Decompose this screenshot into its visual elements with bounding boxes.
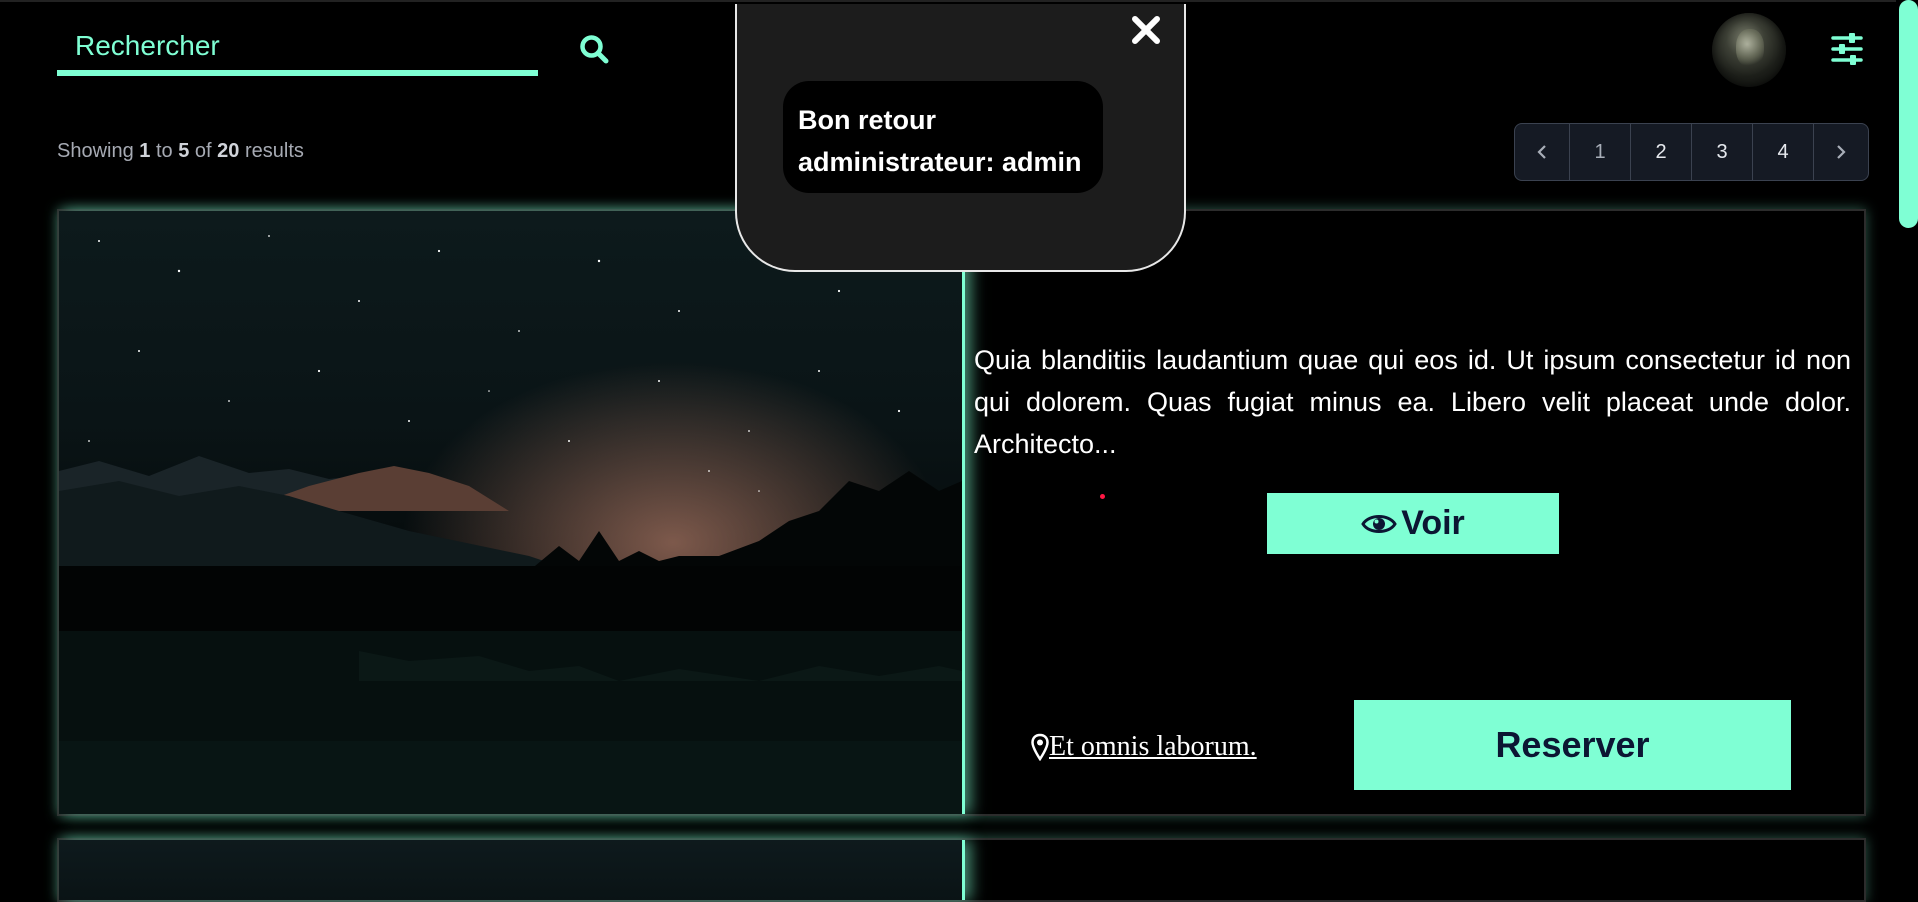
search-input[interactable] xyxy=(57,22,538,76)
pagination-page-3[interactable]: 3 xyxy=(1692,124,1753,180)
results-prefix: Showing xyxy=(57,140,134,162)
pagination-page-1[interactable]: 1 xyxy=(1570,124,1631,180)
location-label: Et omnis laborum. xyxy=(1049,731,1257,762)
avatar[interactable] xyxy=(1712,13,1786,87)
pagination-prev[interactable] xyxy=(1515,124,1570,180)
pagination-next[interactable] xyxy=(1814,124,1868,180)
search-bar xyxy=(57,22,538,78)
map-marker-icon xyxy=(1031,733,1049,761)
sliders-icon xyxy=(1831,33,1863,65)
listing-image-next xyxy=(59,840,965,900)
results-total: 20 xyxy=(217,140,240,162)
red-dot xyxy=(1100,494,1105,499)
eye-icon xyxy=(1361,514,1397,533)
voir-button[interactable]: Voir xyxy=(1267,493,1559,554)
welcome-toast: Bon retour administrateur: admin xyxy=(735,4,1186,272)
search-icon xyxy=(580,35,609,64)
results-of-word: of xyxy=(194,140,212,162)
filter-button[interactable] xyxy=(1830,32,1864,66)
toast-message: Bon retour administrateur: admin xyxy=(783,81,1103,193)
listing-card: Quia blanditiis laudantium quae qui eos … xyxy=(57,209,1866,816)
results-suffix: results xyxy=(244,140,304,162)
results-to: 5 xyxy=(178,140,190,162)
listing-description: Quia blanditiis laudantium quae qui eos … xyxy=(974,345,1851,459)
pagination-page-2[interactable]: 2 xyxy=(1631,124,1692,180)
toast-message-line2: administrateur: admin xyxy=(798,147,1082,177)
reserver-button[interactable]: Reserver xyxy=(1354,700,1791,790)
pagination-page-4[interactable]: 4 xyxy=(1753,124,1814,180)
page-scrollbar-thumb[interactable] xyxy=(1899,0,1918,228)
listing-image xyxy=(59,211,965,814)
night-landscape-image xyxy=(59,211,962,814)
location-link[interactable]: Et omnis laborum. xyxy=(1031,731,1257,763)
toast-message-line1: Bon retour xyxy=(798,105,936,135)
results-summary: Showing 1 to 5 of 20 results xyxy=(57,140,304,163)
listing-card-next xyxy=(57,838,1866,902)
chevron-right-icon xyxy=(1837,145,1846,159)
search-button[interactable] xyxy=(579,34,609,64)
chevron-left-icon xyxy=(1537,145,1546,159)
voir-label: Voir xyxy=(1401,504,1465,542)
toast-close-button[interactable] xyxy=(1130,14,1162,46)
results-from: 1 xyxy=(139,140,151,162)
results-to-word: to xyxy=(155,140,173,162)
close-icon xyxy=(1132,16,1160,44)
top-border xyxy=(0,0,1918,2)
pagination: 1 2 3 4 xyxy=(1514,123,1869,181)
